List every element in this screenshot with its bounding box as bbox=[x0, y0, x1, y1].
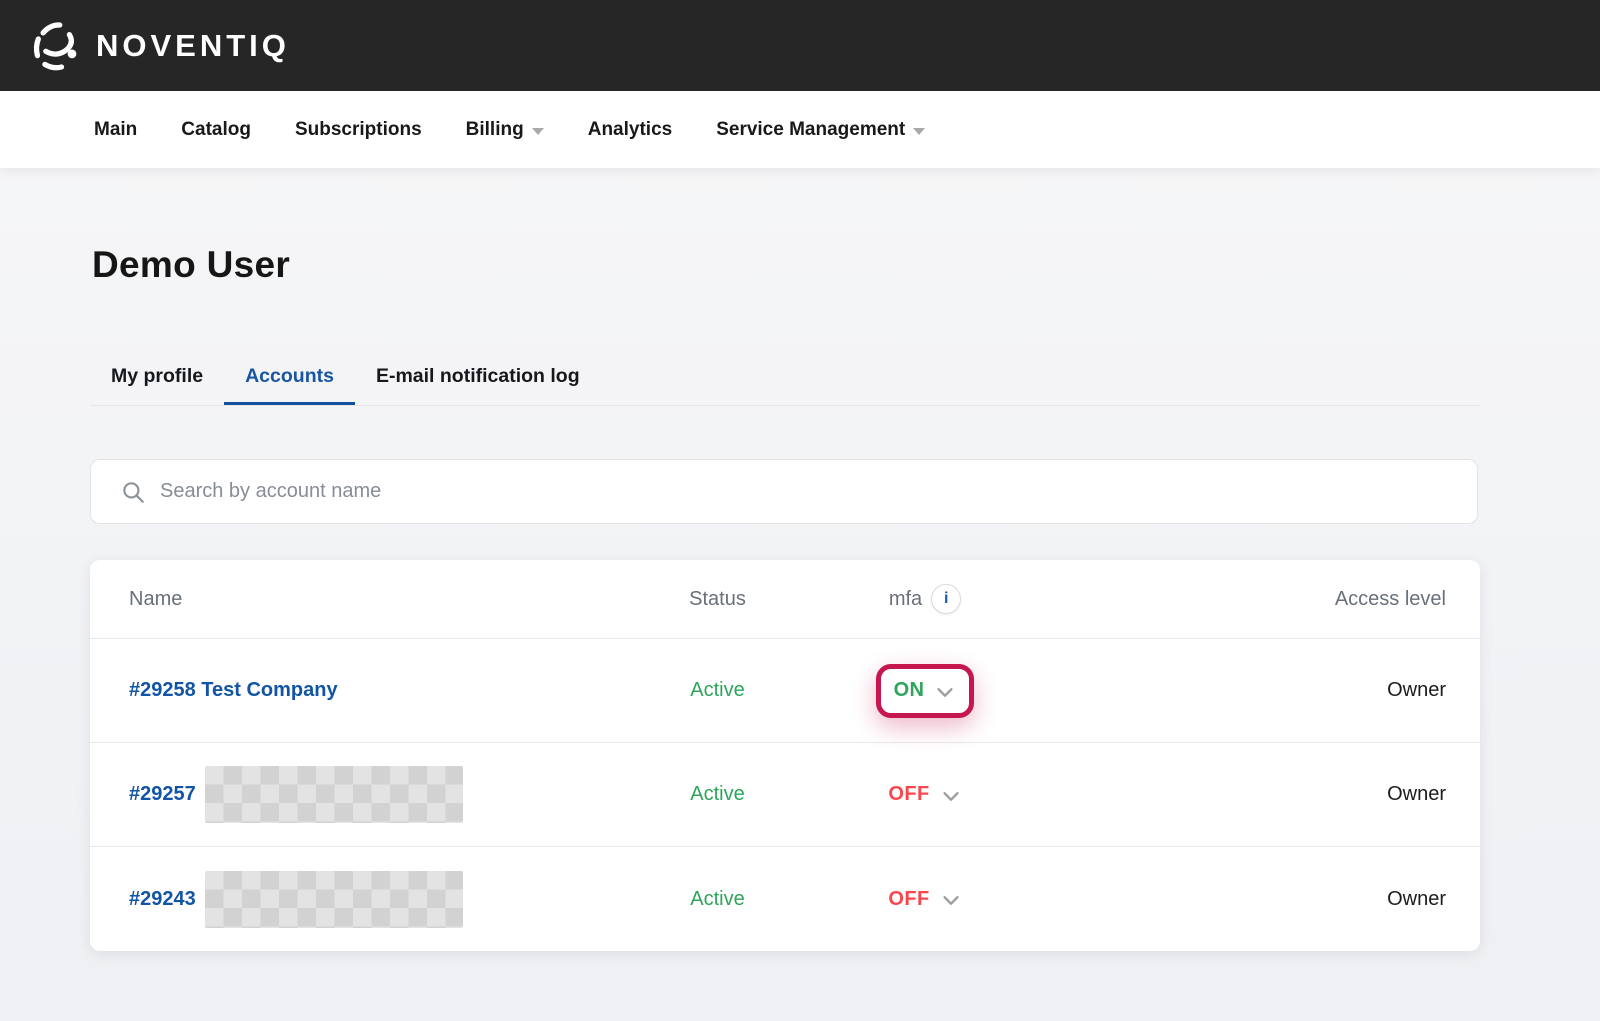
table-header-row: Name Status mfa i Access level bbox=[90, 560, 1480, 639]
noventiq-logo[interactable]: NOVENTIQ bbox=[30, 18, 290, 74]
noventiq-logo-icon bbox=[33, 21, 77, 70]
status-badge: Active bbox=[690, 783, 745, 805]
redacted-name-block bbox=[204, 766, 463, 823]
account-link[interactable]: #29258 Test Company bbox=[129, 679, 338, 702]
top-brand-bar: NOVENTIQ bbox=[0, 0, 1600, 91]
chevron-down-icon bbox=[531, 127, 544, 135]
access-level: Owner bbox=[1387, 679, 1446, 701]
mfa-value: OFF bbox=[888, 887, 930, 910]
table-row: #29243 Active OFF Owner bbox=[90, 847, 1480, 951]
mfa-value: ON bbox=[893, 679, 925, 701]
access-level: Owner bbox=[1387, 783, 1446, 805]
nav-item-catalog[interactable]: Catalog bbox=[181, 119, 251, 141]
tab-my-profile[interactable]: My profile bbox=[90, 350, 224, 405]
search-input[interactable] bbox=[160, 480, 1477, 503]
mfa-dropdown[interactable]: OFF bbox=[870, 768, 979, 822]
access-level: Owner bbox=[1387, 887, 1446, 910]
table-body: #29258 Test Company Active ON Owner #292… bbox=[90, 639, 1480, 951]
account-link[interactable]: #29257 bbox=[129, 783, 196, 806]
tab-e-mail-notification-log[interactable]: E-mail notification log bbox=[355, 350, 601, 405]
header-access-level: Access level bbox=[1334, 587, 1446, 610]
redacted-name-block bbox=[204, 870, 463, 928]
status-badge: Active bbox=[690, 887, 745, 910]
page-title: Demo User bbox=[92, 244, 291, 285]
nav-item-main[interactable]: Main bbox=[94, 119, 137, 141]
account-link[interactable]: #29243 bbox=[129, 888, 196, 911]
header-mfa: mfa i bbox=[855, 584, 995, 614]
chevron-down-icon bbox=[942, 791, 959, 801]
nav-item-analytics[interactable]: Analytics bbox=[588, 119, 672, 141]
table-row: #29258 Test Company Active ON Owner bbox=[90, 639, 1480, 743]
content-area: Demo User My profile Accounts E-mail not… bbox=[0, 244, 1600, 951]
main-navigation: Main Catalog Subscriptions Billing Analy… bbox=[0, 91, 1600, 168]
accounts-table: Name Status mfa i Access level #29258 Te… bbox=[90, 560, 1480, 951]
mfa-value: OFF bbox=[888, 783, 930, 805]
status-badge: Active bbox=[690, 679, 745, 701]
search-icon bbox=[123, 481, 144, 503]
header-status: Status bbox=[689, 587, 746, 610]
chevron-down-icon bbox=[942, 896, 959, 905]
chevron-down-icon bbox=[913, 127, 926, 135]
mfa-dropdown[interactable]: ON bbox=[875, 663, 975, 718]
nav-item-billing[interactable]: Billing bbox=[466, 119, 544, 141]
tab-accounts[interactable]: Accounts bbox=[224, 350, 355, 405]
header-name: Name bbox=[129, 587, 183, 610]
mfa-info-icon[interactable]: i bbox=[931, 584, 962, 614]
brand-name: NOVENTIQ bbox=[96, 27, 290, 63]
chevron-down-icon bbox=[937, 687, 954, 697]
account-search bbox=[90, 459, 1478, 524]
table-row: #29257 Active OFF Owner bbox=[90, 743, 1480, 847]
nav-item-service-management[interactable]: Service Management bbox=[716, 119, 926, 141]
profile-tabs: My profile Accounts E-mail notification … bbox=[90, 350, 1480, 406]
mfa-dropdown[interactable]: OFF bbox=[870, 872, 979, 926]
nav-item-subscriptions[interactable]: Subscriptions bbox=[295, 119, 422, 141]
